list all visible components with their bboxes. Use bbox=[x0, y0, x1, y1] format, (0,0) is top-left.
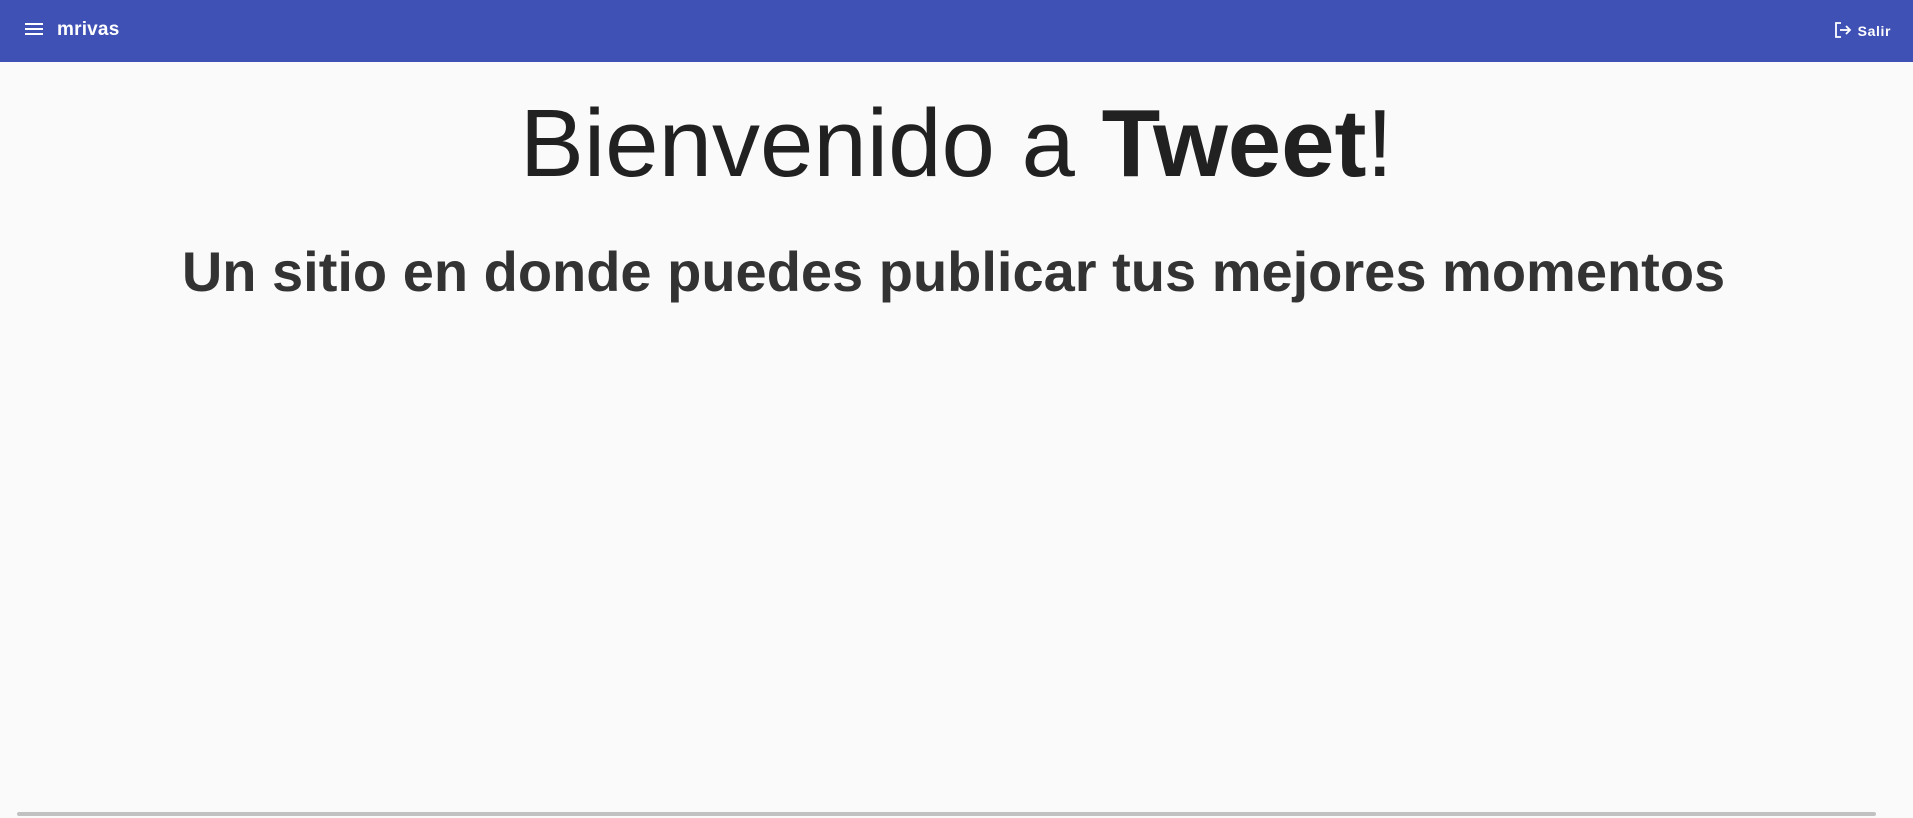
top-toolbar: mrivas Salir bbox=[0, 0, 1913, 62]
welcome-title: Bienvenido a Tweet! bbox=[0, 88, 1913, 200]
welcome-title-prefix: Bienvenido a bbox=[519, 90, 1102, 197]
menu-icon bbox=[24, 21, 44, 42]
horizontal-scrollbar[interactable] bbox=[17, 812, 1876, 816]
brand-username: mrivas bbox=[57, 19, 120, 40]
logout-icon bbox=[1834, 21, 1852, 42]
logout-label: Salir bbox=[1857, 23, 1891, 39]
welcome-title-suffix: ! bbox=[1366, 90, 1394, 197]
logout-button[interactable]: Salir bbox=[1834, 15, 1891, 47]
welcome-subtitle: Un sitio en donde puedes publicar tus me… bbox=[181, 240, 1726, 303]
menu-button[interactable] bbox=[16, 13, 52, 49]
welcome-title-app-name: Tweet bbox=[1101, 90, 1367, 197]
